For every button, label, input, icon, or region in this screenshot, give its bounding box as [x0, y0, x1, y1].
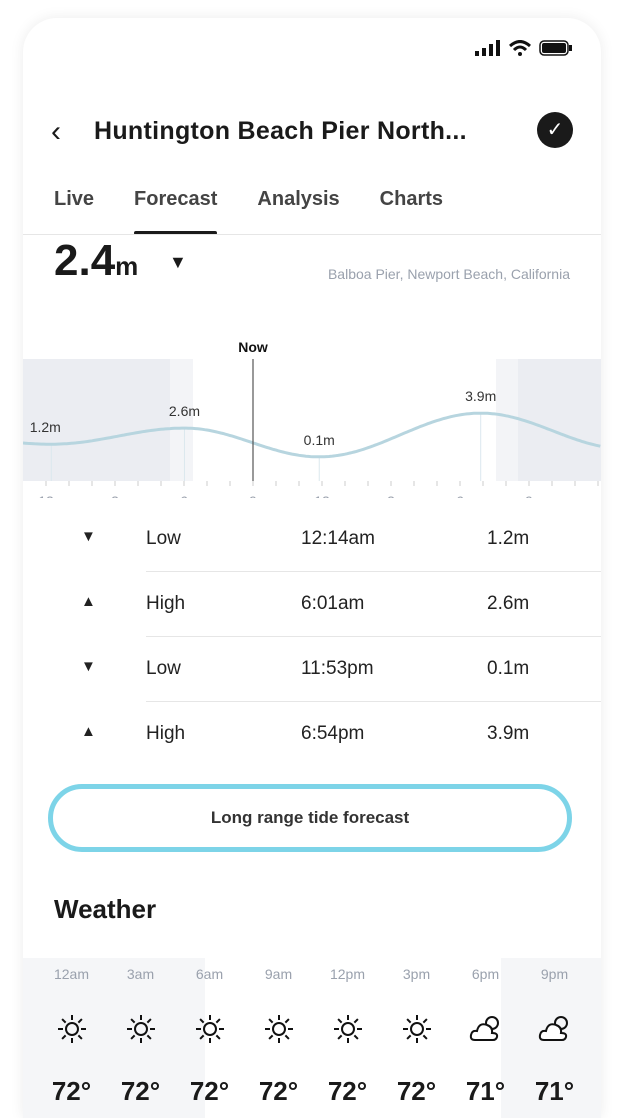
x-tick-label: 12 — [314, 493, 330, 498]
favorite-check-button[interactable]: ✓ — [537, 112, 573, 148]
night-shade — [518, 359, 601, 481]
x-tick-label: 3 — [111, 493, 119, 498]
tide-type: Low — [146, 658, 181, 679]
tide-table-row: ▼ Low 11:53pm 0.1m — [23, 638, 601, 702]
weather-hour: 12am 72° — [37, 958, 106, 1107]
x-tick-label: 12 — [38, 493, 54, 498]
sun-icon — [333, 1015, 362, 1043]
x-tick-label: 9 — [525, 493, 533, 498]
tide-table-row: ▼ Low 12:14am 1.2m — [23, 508, 601, 572]
extreme-label: 1.2m — [30, 419, 61, 435]
tide-type: High — [146, 593, 186, 614]
sun-icon — [195, 1015, 224, 1043]
partly-cloudy-icon — [538, 1016, 568, 1041]
extreme-label: 2.6m — [169, 403, 200, 419]
twilight-shade — [170, 359, 193, 481]
tide-time: 6:54pm — [301, 723, 365, 744]
row-divider — [146, 701, 601, 702]
weather-temp: 72° — [51, 1076, 92, 1106]
x-tick-label: 6 — [456, 493, 464, 498]
page-title: Huntington Beach Pier North... — [94, 117, 467, 145]
weather-hour: 6am 72° — [175, 958, 244, 1107]
weather-hour: 3am 72° — [106, 958, 175, 1107]
weather-temp: 72° — [120, 1076, 161, 1106]
twilight-shade — [496, 359, 518, 481]
tide-height: 2.4m — [54, 236, 138, 286]
weather-forecast: 12am 72° 3am 72° 6am 72° 9am 72° 12pm 72° 3pm… — [23, 958, 601, 1118]
tide-height: 1.2m — [487, 528, 530, 549]
tab-live[interactable]: Live — [54, 188, 94, 234]
weather-hour: 9pm 71° — [520, 958, 589, 1107]
x-tick-label: 6 — [180, 493, 188, 498]
weather-hour: 3pm 72° — [382, 958, 451, 1107]
tab-charts[interactable]: Charts — [380, 188, 443, 234]
signal-icon — [475, 40, 500, 56]
back-button[interactable]: ‹ — [51, 115, 61, 149]
phone-screen: ‹ Huntington Beach Pier North... ✓ Live … — [23, 18, 601, 1118]
tide-type: Low — [146, 528, 181, 549]
weather-hour: 12pm 72° — [313, 958, 382, 1107]
tide-unit: m — [115, 251, 139, 281]
weather-hour: 6pm 71° — [451, 958, 520, 1107]
tab-analysis[interactable]: Analysis — [257, 188, 339, 234]
status-bar — [475, 40, 573, 56]
weather-temp: 72° — [189, 1076, 230, 1106]
sun-icon — [57, 1015, 86, 1043]
weather-temp: 71° — [465, 1076, 506, 1106]
sun-icon — [402, 1015, 431, 1043]
weather-time: 3pm — [402, 966, 431, 982]
tide-value: 2.4 — [54, 236, 116, 285]
header: ‹ Huntington Beach Pier North... ✓ — [23, 112, 601, 153]
weather-title: Weather — [54, 894, 157, 924]
wifi-icon — [509, 40, 531, 56]
row-divider — [146, 571, 601, 572]
now-label: Now — [238, 339, 268, 355]
weather-temp: 71° — [534, 1076, 575, 1106]
tide-chart: 1.2m 2.6m 0.1m 3.9m Now 12 3 6 9 12 3 6 9 — [23, 339, 601, 498]
tide-type: High — [146, 723, 186, 744]
long-range-tide-button[interactable]: Long range tide forecast — [48, 784, 572, 852]
tab-bar: Live Forecast Analysis Charts — [54, 188, 483, 235]
tide-height: 0.1m — [487, 658, 530, 679]
battery-icon — [539, 40, 572, 56]
partly-cloudy-icon — [469, 1016, 499, 1041]
x-tick-label: 9 — [249, 493, 257, 498]
sun-icon — [264, 1015, 293, 1043]
weather-time: 12pm — [329, 966, 366, 982]
sun-icon — [126, 1015, 155, 1043]
tide-location: Balboa Pier, Newport Beach, California — [327, 266, 570, 282]
triangle-down-icon: ▼ — [81, 658, 96, 675]
weather-time: 9pm — [540, 966, 569, 982]
weather-temp: 72° — [396, 1076, 437, 1106]
triangle-up-icon: ▲ — [81, 723, 96, 740]
extreme-label: 3.9m — [465, 388, 496, 404]
weather-time: 3am — [126, 966, 155, 982]
weather-time: 6am — [195, 966, 224, 982]
tab-forecast[interactable]: Forecast — [134, 188, 218, 235]
tide-height: 3.9m — [487, 723, 530, 744]
triangle-down-icon: ▼ — [169, 252, 187, 272]
extreme-label: 0.1m — [304, 432, 335, 448]
row-divider — [146, 636, 601, 637]
tide-time: 11:53pm — [301, 658, 374, 679]
weather-time: 6pm — [471, 966, 500, 982]
weather-time: 9am — [264, 966, 293, 982]
tide-table-row: ▲ High 6:01am 2.6m — [23, 573, 601, 637]
weather-hour: 9am 72° — [244, 958, 313, 1107]
tide-time: 12:14am — [301, 528, 375, 549]
triangle-down-icon: ▼ — [81, 528, 96, 545]
weather-temp: 72° — [327, 1076, 368, 1106]
tide-height: 2.6m — [487, 593, 530, 614]
divider — [23, 234, 601, 235]
triangle-up-icon: ▲ — [81, 593, 96, 610]
weather-temp: 72° — [258, 1076, 299, 1106]
x-tick-label: 3 — [387, 493, 395, 498]
weather-time: 12am — [53, 966, 90, 982]
tide-time: 6:01am — [301, 593, 365, 614]
tide-table-row: ▲ High 6:54pm 3.9m — [23, 703, 601, 767]
